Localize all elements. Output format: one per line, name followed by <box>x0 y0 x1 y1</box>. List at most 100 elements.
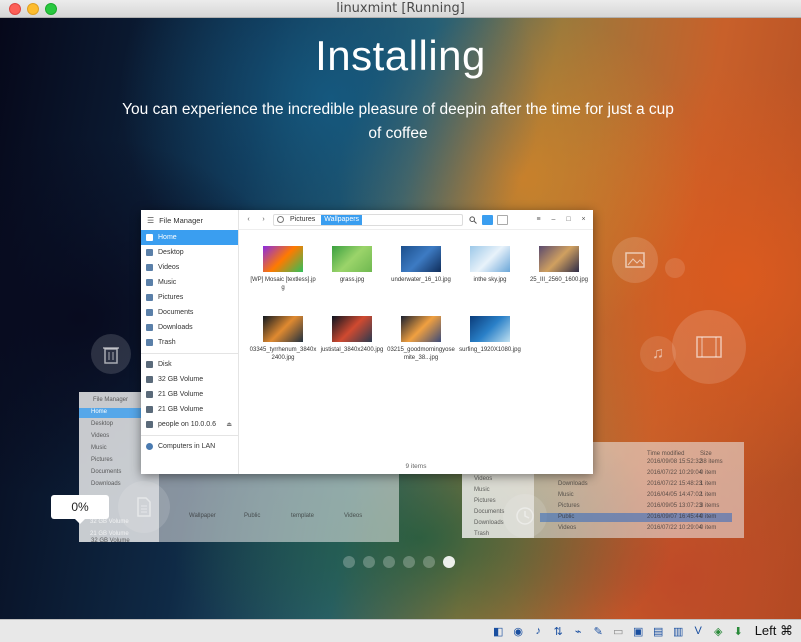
file-item[interactable]: [WP] Mosaic [textless].jpg <box>249 246 317 292</box>
sidebar-device-label: 21 GB Volume <box>158 391 204 398</box>
download-icon <box>146 324 153 331</box>
audio-icon[interactable]: ♪ <box>530 623 547 640</box>
bg-left-item: Videos <box>91 433 110 439</box>
bg-right-side: Pictures <box>474 498 496 504</box>
picture-icon <box>146 294 153 301</box>
bg-right-side: Trash <box>474 531 490 537</box>
file-name: 03215_goodmorningyosemite_38...jpg <box>387 347 455 361</box>
file-item[interactable]: justistal_3840x2400.jpg <box>318 316 386 354</box>
screen-icon[interactable]: ▣ <box>630 623 647 640</box>
optical-drive-icon[interactable]: ◉ <box>510 623 527 640</box>
image-thumbnail <box>332 316 372 342</box>
minimize-icon[interactable]: – <box>548 214 559 225</box>
file-item[interactable]: surfing_1920X1080.jpg <box>456 316 524 354</box>
mouse-integration-icon[interactable]: ◈ <box>710 623 727 640</box>
network-icon <box>146 443 153 450</box>
close-window-button[interactable] <box>9 3 21 15</box>
list-view-button[interactable] <box>497 214 508 225</box>
search-button[interactable] <box>467 214 478 225</box>
file-name: underwater_16_10.jpg <box>391 277 451 283</box>
film-icon <box>672 310 746 384</box>
slide-dot[interactable] <box>383 556 395 568</box>
usb-icon[interactable]: ⌁ <box>570 623 587 640</box>
sidebar-network[interactable]: Computers in LAN <box>141 439 238 454</box>
slide-dot[interactable] <box>363 556 375 568</box>
music-icon: ♫ <box>640 336 676 372</box>
breadcrumb-wallpapers[interactable]: Wallpapers <box>321 214 363 225</box>
network-icon[interactable]: ⇅ <box>550 623 567 640</box>
bg-left-volume: 32 GB Volume <box>91 538 130 542</box>
sidebar-device[interactable]: 21 GB Volume <box>141 387 238 402</box>
back-button[interactable]: ‹ <box>243 214 254 225</box>
virtualization-icon[interactable]: V <box>690 623 707 640</box>
sidebar-item-pictures[interactable]: Pictures <box>141 290 238 305</box>
image-thumbnail <box>401 246 441 272</box>
host-key-label: Left ⌘ <box>754 623 793 638</box>
bg-right-cell: 1 item <box>700 481 717 487</box>
bg-right-cell: 0 item <box>700 470 717 476</box>
cpu-icon[interactable]: ▥ <box>670 623 687 640</box>
eject-icon[interactable]: ⏏ <box>226 421 232 428</box>
sidebar-item-home[interactable]: Home <box>141 230 238 245</box>
sidebar-item-downloads[interactable]: Downloads <box>141 320 238 335</box>
slide-dot[interactable] <box>403 556 415 568</box>
bg-right-cell: Music <box>558 492 574 498</box>
menu-icon[interactable]: ☰ <box>147 216 154 225</box>
menu-icon[interactable]: ≡ <box>533 214 544 225</box>
slide-dot[interactable] <box>443 556 455 568</box>
file-name: 03345_tyrrhenum_3840x2400.jpg <box>249 347 317 361</box>
hard-disk-icon[interactable]: ◧ <box>490 623 507 640</box>
picture-icon <box>612 237 658 283</box>
keyboard-capture-icon[interactable]: ⬇ <box>730 623 747 640</box>
bg-right-cell: 2016/07/22 10:29:04 <box>647 525 703 531</box>
bg-left-folder: template <box>291 513 315 519</box>
sidebar-item-trash[interactable]: Trash <box>141 335 238 350</box>
bg-left-item: Desktop <box>91 421 114 427</box>
file-item[interactable]: grass.jpg <box>318 246 386 284</box>
forward-button[interactable]: › <box>258 214 269 225</box>
slide-dot[interactable] <box>423 556 435 568</box>
file-item[interactable]: 03345_tyrrhenum_3840x2400.jpg <box>249 316 317 362</box>
sidebar-item-documents[interactable]: Documents <box>141 305 238 320</box>
sidebar-item-label: Home <box>158 234 177 241</box>
file-item[interactable]: inthe sky.jpg <box>456 246 524 284</box>
sidebar-device[interactable]: people on 10.0.0.6 ⏏ <box>141 417 238 432</box>
file-item[interactable]: underwater_16_10.jpg <box>387 246 455 284</box>
sidebar-device[interactable]: 21 GB Volume <box>141 402 238 417</box>
sidebar-item-label: Trash <box>158 339 176 346</box>
display-icon[interactable]: ▭ <box>610 623 627 640</box>
bg-right-cell: 3 items <box>700 503 720 509</box>
file-item[interactable]: 03215_goodmorningyosemite_38...jpg <box>387 316 455 362</box>
sidebar-device[interactable]: 32 GB Volume <box>141 372 238 387</box>
status-bar-text: 9 items <box>405 463 427 470</box>
drive-icon <box>146 361 153 368</box>
sidebar-item-videos[interactable]: Videos <box>141 260 238 275</box>
recording-icon[interactable]: ▤ <box>650 623 667 640</box>
bg-right-cell: Public <box>558 514 575 520</box>
bg-right-cell: 2016/04/05 14:47:02 <box>647 492 703 498</box>
drive-icon <box>146 376 153 383</box>
sidebar-device[interactable]: Disk <box>141 357 238 372</box>
close-icon[interactable]: × <box>578 214 589 225</box>
bg-right-header: Size <box>700 451 712 457</box>
breadcrumb-pictures[interactable]: Pictures <box>287 216 318 223</box>
sidebar-item-music[interactable]: Music <box>141 275 238 290</box>
file-item[interactable]: 25_III_2560_1600.jpg <box>525 246 593 284</box>
maximize-icon[interactable]: □ <box>563 214 574 225</box>
image-thumbnail <box>263 246 303 272</box>
bg-right-cell: Pictures <box>558 503 580 509</box>
minimize-window-button[interactable] <box>27 3 39 15</box>
file-manager-window: ☰ File Manager Home Desktop Videos Music Pic… <box>141 210 593 474</box>
decor-circle <box>665 258 685 278</box>
drive-icon <box>146 406 153 413</box>
trash-icon <box>91 334 131 374</box>
icon-view-button[interactable] <box>482 214 493 225</box>
sidebar-item-desktop[interactable]: Desktop <box>141 245 238 260</box>
slide-dot[interactable] <box>343 556 355 568</box>
bg-left-volume: 32 GB Volume <box>90 519 129 525</box>
shared-folder-icon[interactable]: ✎ <box>590 623 607 640</box>
sidebar-item-label: Desktop <box>158 249 184 256</box>
bg-right-cell: 2016/07/22 15:48:23 <box>647 481 703 487</box>
file-name: 25_III_2560_1600.jpg <box>529 277 589 283</box>
zoom-window-button[interactable] <box>45 3 57 15</box>
